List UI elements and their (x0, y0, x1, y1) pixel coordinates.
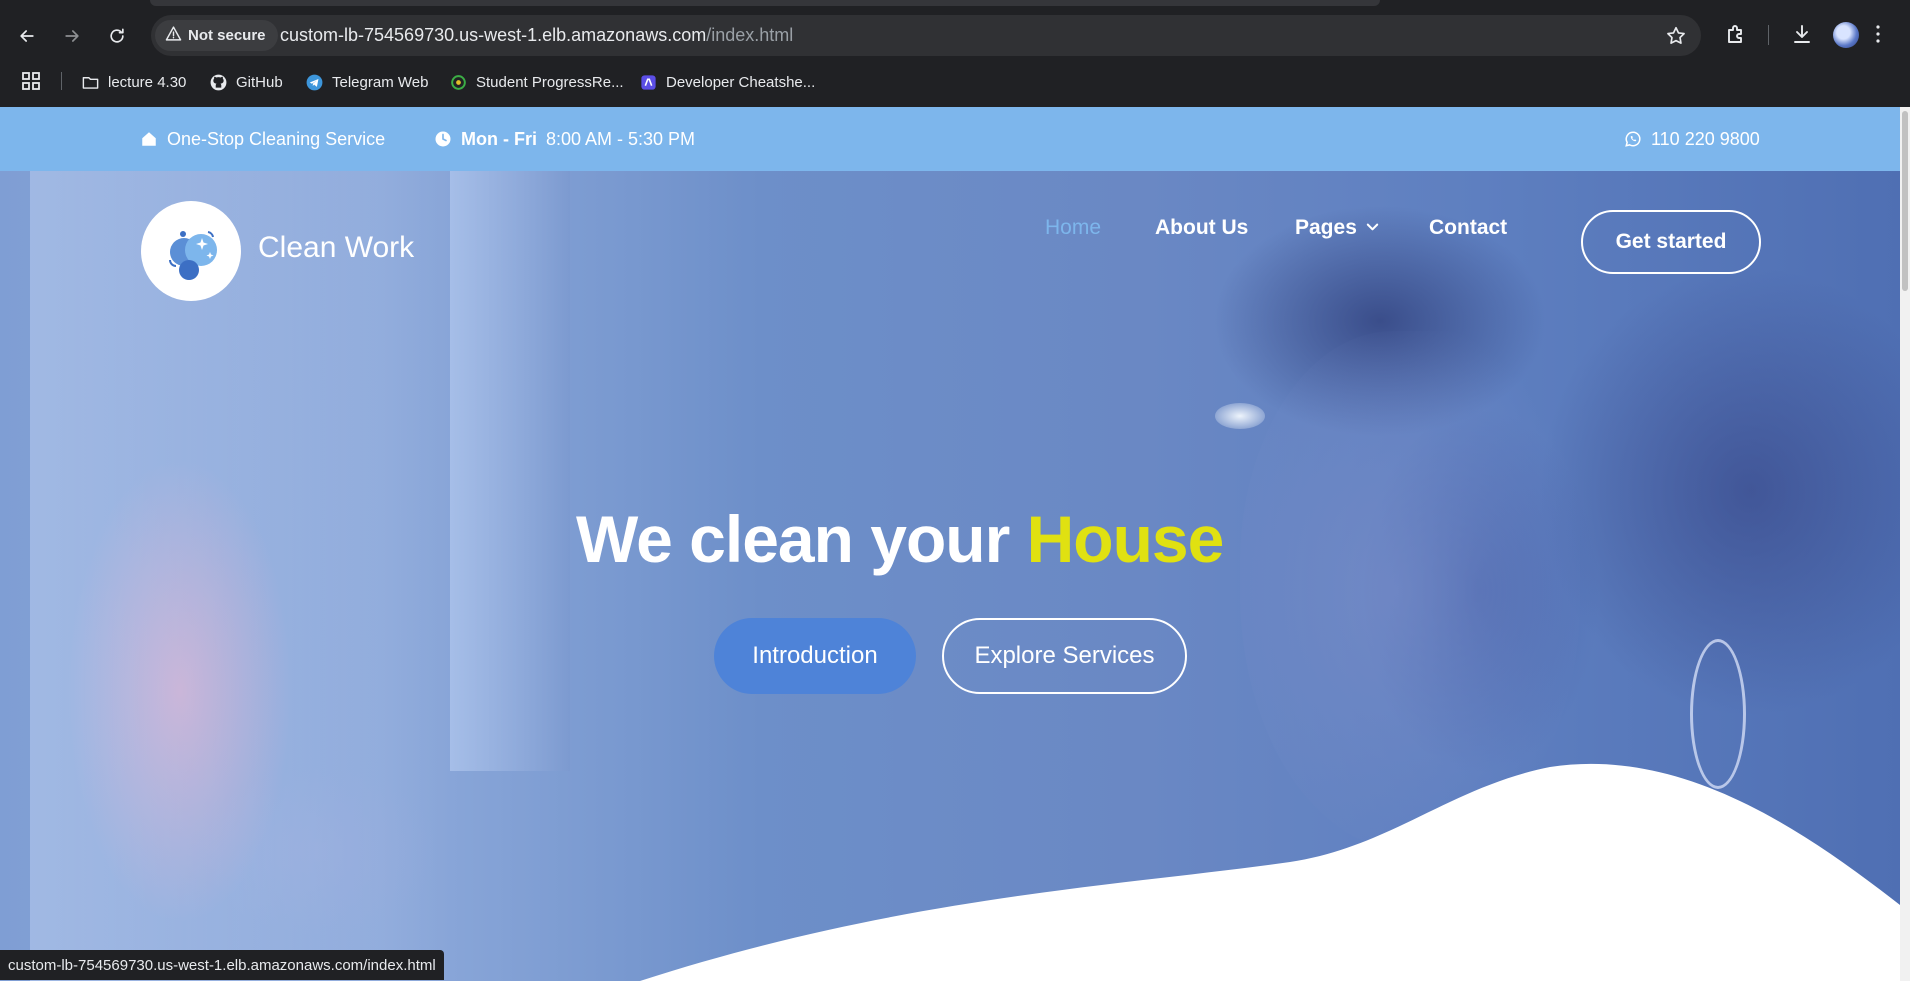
hero-background-window (30, 171, 450, 981)
web-page: One-Stop Cleaning Service Mon - Fri 8:00… (0, 107, 1900, 981)
nav-pages[interactable]: Pages (1295, 216, 1380, 240)
explore-services-button[interactable]: Explore Services (942, 618, 1187, 694)
bookmarks-bar: lecture 4.30 GitHub Telegram Web Student… (0, 66, 1910, 96)
hero-background-person (1240, 331, 1580, 851)
tagline-text: One-Stop Cleaning Service (167, 128, 386, 149)
hero-background-curtain (450, 171, 570, 771)
telegram-icon (304, 72, 324, 92)
hours-time: 8:00 AM - 5:30 PM (545, 128, 696, 149)
hours-item: Mon - Fri 8:00 AM - 5:30 PM (434, 107, 695, 171)
nav-pages-label: Pages (1295, 216, 1357, 239)
home-icon (142, 132, 156, 146)
progress-icon (448, 72, 468, 92)
bookmark-label: Student ProgressRe... (476, 73, 624, 91)
hero-title: We clean your House (576, 501, 1366, 577)
back-button[interactable] (9, 18, 45, 54)
active-tab-edge (150, 0, 1380, 6)
bookmark-label: GitHub (236, 73, 283, 91)
site-logo[interactable] (141, 201, 241, 301)
status-bar-url: custom-lb-754569730.us-west-1.elb.amazon… (0, 950, 444, 980)
apps-grid-icon[interactable] (22, 72, 40, 90)
bookmark-label: lecture 4.30 (108, 73, 187, 91)
bookmark-lecture[interactable]: lecture 4.30 (80, 70, 186, 94)
bookmarks-separator (61, 72, 62, 90)
chevron-down-icon (1365, 216, 1380, 240)
get-started-button[interactable]: Get started (1581, 210, 1761, 274)
folder-icon (80, 72, 100, 92)
phone-number: 110 220 9800 (1651, 128, 1760, 149)
scrollbar-thumb[interactable] (1902, 111, 1908, 291)
security-chip[interactable]: Not secure (155, 20, 278, 51)
toolbar-separator (1768, 25, 1769, 45)
url-path: /index.html (706, 25, 794, 45)
cheatsheet-icon (638, 72, 658, 92)
hero-section: Clean Work Home About Us Pages Contact G… (0, 171, 1900, 981)
tagline-item: One-Stop Cleaning Service (140, 107, 385, 171)
brand-name[interactable]: Clean Work (258, 231, 414, 265)
nav-about[interactable]: About Us (1155, 216, 1248, 240)
forward-button[interactable] (54, 18, 90, 54)
phone-item[interactable]: 110 220 9800 (1624, 107, 1760, 171)
address-bar[interactable]: Not secure custom-lb-754569730.us-west-1… (151, 15, 1701, 56)
back-arrow-icon (20, 30, 34, 42)
page-scrollbar[interactable] (1900, 107, 1910, 981)
hero-title-accent: House (1026, 502, 1225, 576)
url-host: custom-lb-754569730.us-west-1.elb.amazon… (280, 25, 707, 45)
reload-button[interactable] (99, 18, 135, 54)
bookmark-developer-cheatsheet[interactable]: Developer Cheatshe... (638, 70, 815, 94)
whatsapp-icon (1625, 131, 1641, 147)
forward-arrow-icon (65, 30, 79, 42)
info-topbar: One-Stop Cleaning Service Mon - Fri 8:00… (0, 107, 1900, 171)
url-text[interactable]: custom-lb-754569730.us-west-1.elb.amazon… (280, 25, 793, 46)
introduction-button[interactable]: Introduction (714, 618, 916, 694)
warning-icon (165, 25, 182, 46)
profile-avatar[interactable] (1833, 22, 1859, 48)
more-menu-icon[interactable] (1866, 22, 1892, 48)
github-icon (208, 72, 228, 92)
extensions-puzzle-icon[interactable] (1724, 22, 1750, 48)
nav-contact[interactable]: Contact (1429, 216, 1507, 240)
security-label: Not secure (188, 27, 266, 44)
download-icon[interactable] (1790, 22, 1816, 48)
bookmark-label: Telegram Web (332, 73, 429, 91)
bookmark-github[interactable]: GitHub (208, 70, 283, 94)
browser-chrome: Not secure custom-lb-754569730.us-west-1… (0, 0, 1910, 107)
reload-icon (110, 28, 124, 43)
bookmark-star-icon[interactable] (1665, 25, 1687, 52)
nav-home[interactable]: Home (1045, 216, 1101, 240)
cleaning-bubbles-icon (169, 231, 217, 280)
hours-days: Mon - Fri (461, 128, 537, 149)
hero-background-lamp (1215, 403, 1265, 429)
hero-title-main: We clean your (576, 502, 1010, 576)
clock-icon (435, 131, 451, 147)
bookmark-telegram[interactable]: Telegram Web (304, 70, 428, 94)
bookmark-student-progress[interactable]: Student ProgressRe... (448, 70, 624, 94)
hero-background-earring (1690, 639, 1746, 789)
bookmark-label: Developer Cheatshe... (666, 73, 816, 91)
